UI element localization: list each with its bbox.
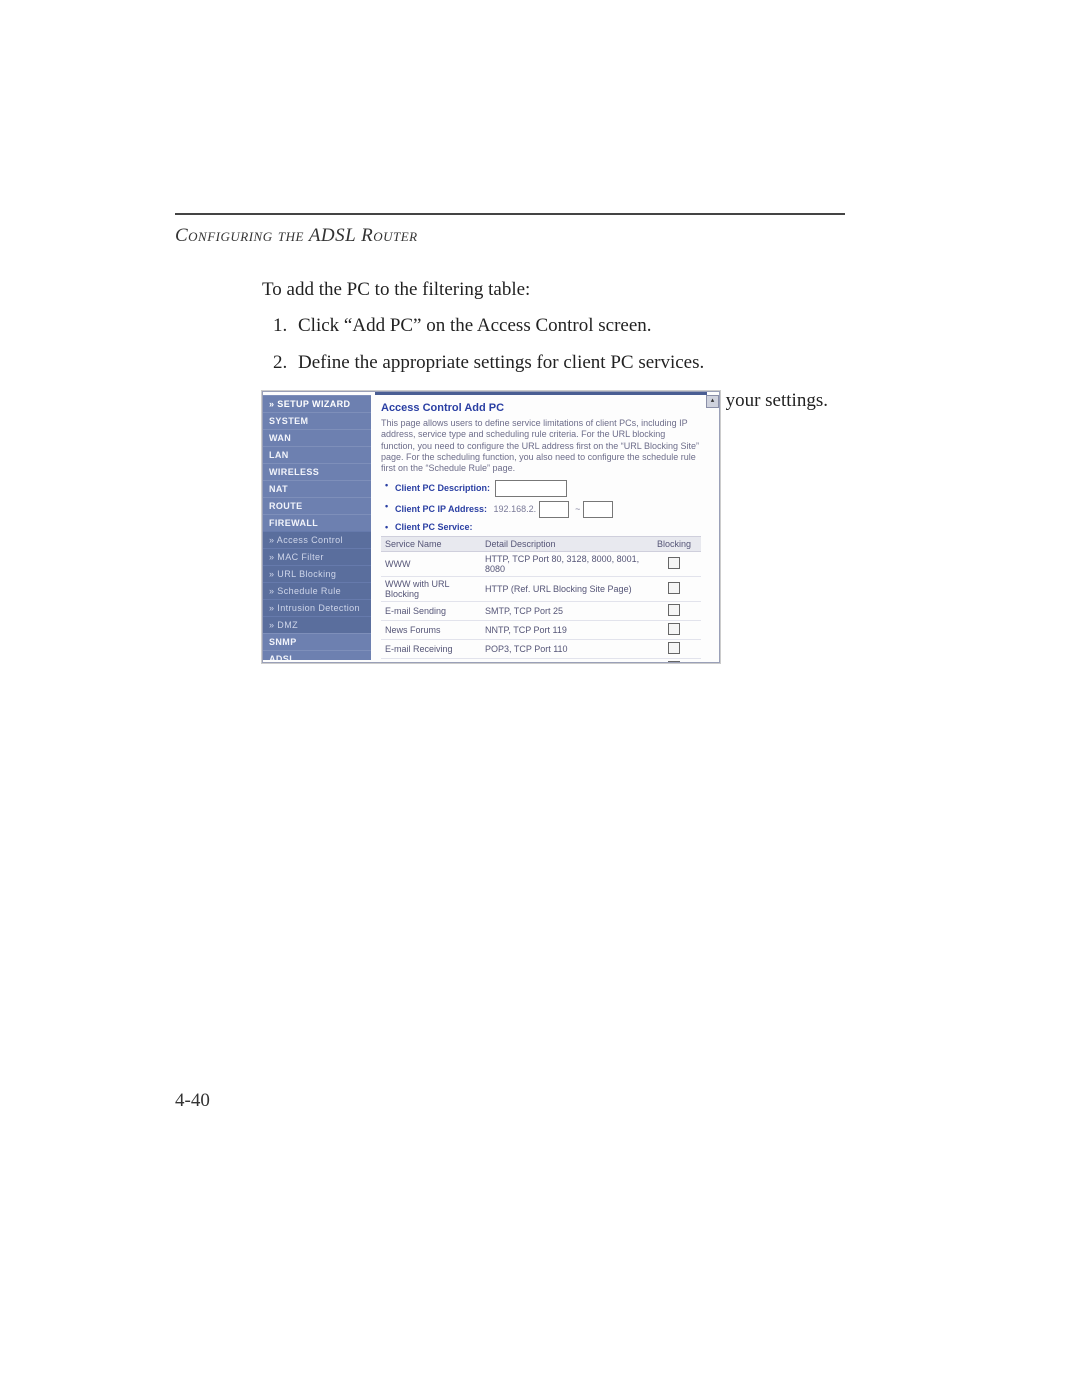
intro-text: To add the PC to the filtering table:	[262, 275, 850, 304]
scroll-up-icon[interactable]: ▴	[706, 395, 719, 408]
nav-setup-wizard[interactable]: » SETUP WIZARD	[263, 395, 371, 412]
top-rule	[175, 213, 845, 215]
table-row: E-mail Receiving POP3, TCP Port 110	[381, 640, 701, 659]
svc-detail: HTTP (Ref. URL Blocking Site Page)	[481, 577, 647, 602]
svc-detail: POP3, TCP Port 110	[481, 640, 647, 659]
svc-name: News Forums	[381, 621, 481, 640]
blocking-checkbox[interactable]	[668, 642, 680, 654]
svc-detail: HTTPS, TCP Port 443	[481, 659, 647, 663]
svc-name: Secure HTTP	[381, 659, 481, 663]
router-screenshot: ▴ » SETUP WIZARD SYSTEM WAN LAN WIRELESS…	[262, 391, 720, 663]
svc-detail: NNTP, TCP Port 119	[481, 621, 647, 640]
svc-name: E-mail Sending	[381, 602, 481, 621]
panel-description: This page allows users to define service…	[381, 418, 701, 474]
blocking-checkbox[interactable]	[668, 582, 680, 594]
nav-sub-mac-filter[interactable]: » MAC Filter	[263, 548, 371, 565]
table-row: E-mail Sending SMTP, TCP Port 25	[381, 602, 701, 621]
client-pc-description-label: Client PC Description:	[395, 483, 490, 493]
accent-bar	[375, 392, 707, 395]
service-table: Service Name Detail Description Blocking…	[381, 536, 701, 663]
th-blocking: Blocking	[647, 537, 701, 552]
svc-name: E-mail Receiving	[381, 640, 481, 659]
table-row: WWW HTTP, TCP Port 80, 3128, 8000, 8001,…	[381, 552, 701, 577]
client-pc-ip-prefix: 192.168.2.	[494, 504, 537, 514]
router-nav: » SETUP WIZARD SYSTEM WAN LAN WIRELESS N…	[263, 395, 371, 660]
client-pc-ip-end[interactable]	[583, 501, 613, 518]
nav-lan[interactable]: LAN	[263, 446, 371, 463]
nav-sub-url-blocking[interactable]: » URL Blocking	[263, 565, 371, 582]
nav-firewall[interactable]: FIREWALL	[263, 514, 371, 531]
page-number: 4-40	[175, 1090, 210, 1112]
svc-name: WWW with URL Blocking	[381, 577, 481, 602]
blocking-checkbox[interactable]	[668, 557, 680, 569]
step-1: Click “Add PC” on the Access Control scr…	[292, 311, 850, 340]
blocking-checkbox[interactable]	[668, 661, 680, 663]
svc-name: WWW	[381, 552, 481, 577]
nav-system[interactable]: SYSTEM	[263, 412, 371, 429]
th-detail: Detail Description	[481, 537, 647, 552]
svc-detail: HTTP, TCP Port 80, 3128, 8000, 8001, 808…	[481, 552, 647, 577]
field-client-pc-ip: Client PC IP Address: 192.168.2. ~	[381, 501, 701, 518]
service-table-header-row: Service Name Detail Description Blocking	[381, 537, 701, 552]
panel-title: Access Control Add PC	[381, 402, 701, 414]
blocking-checkbox[interactable]	[668, 623, 680, 635]
field-client-pc-description: Client PC Description:	[381, 480, 701, 497]
nav-wireless[interactable]: WIRELESS	[263, 463, 371, 480]
router-content: Access Control Add PC This page allows u…	[375, 396, 707, 662]
nav-sub-intrusion-detection[interactable]: » Intrusion Detection	[263, 599, 371, 616]
table-row: WWW with URL Blocking HTTP (Ref. URL Blo…	[381, 577, 701, 602]
document-page: Configuring the ADSL Router To add the P…	[0, 0, 1080, 1397]
page-header: Configuring the ADSL Router	[175, 225, 418, 247]
nav-sub-schedule-rule[interactable]: » Schedule Rule	[263, 582, 371, 599]
table-row: News Forums NNTP, TCP Port 119	[381, 621, 701, 640]
nav-wan[interactable]: WAN	[263, 429, 371, 446]
client-pc-ip-label: Client PC IP Address:	[395, 504, 487, 514]
nav-snmp[interactable]: SNMP	[263, 633, 371, 650]
th-service-name: Service Name	[381, 537, 481, 552]
nav-sub-dmz[interactable]: » DMZ	[263, 616, 371, 633]
nav-adsl[interactable]: ADSL	[263, 650, 371, 660]
client-pc-description-input[interactable]	[495, 480, 567, 497]
nav-nat[interactable]: NAT	[263, 480, 371, 497]
nav-route[interactable]: ROUTE	[263, 497, 371, 514]
blocking-checkbox[interactable]	[668, 604, 680, 616]
client-pc-service-header: Client PC Service:	[381, 522, 701, 532]
step-2: Define the appropriate settings for clie…	[292, 348, 850, 377]
table-row: Secure HTTP HTTPS, TCP Port 443	[381, 659, 701, 663]
client-pc-ip-sep: ~	[575, 504, 580, 514]
nav-sub-access-control[interactable]: » Access Control	[263, 531, 371, 548]
client-pc-ip-start[interactable]	[539, 501, 569, 518]
svc-detail: SMTP, TCP Port 25	[481, 602, 647, 621]
